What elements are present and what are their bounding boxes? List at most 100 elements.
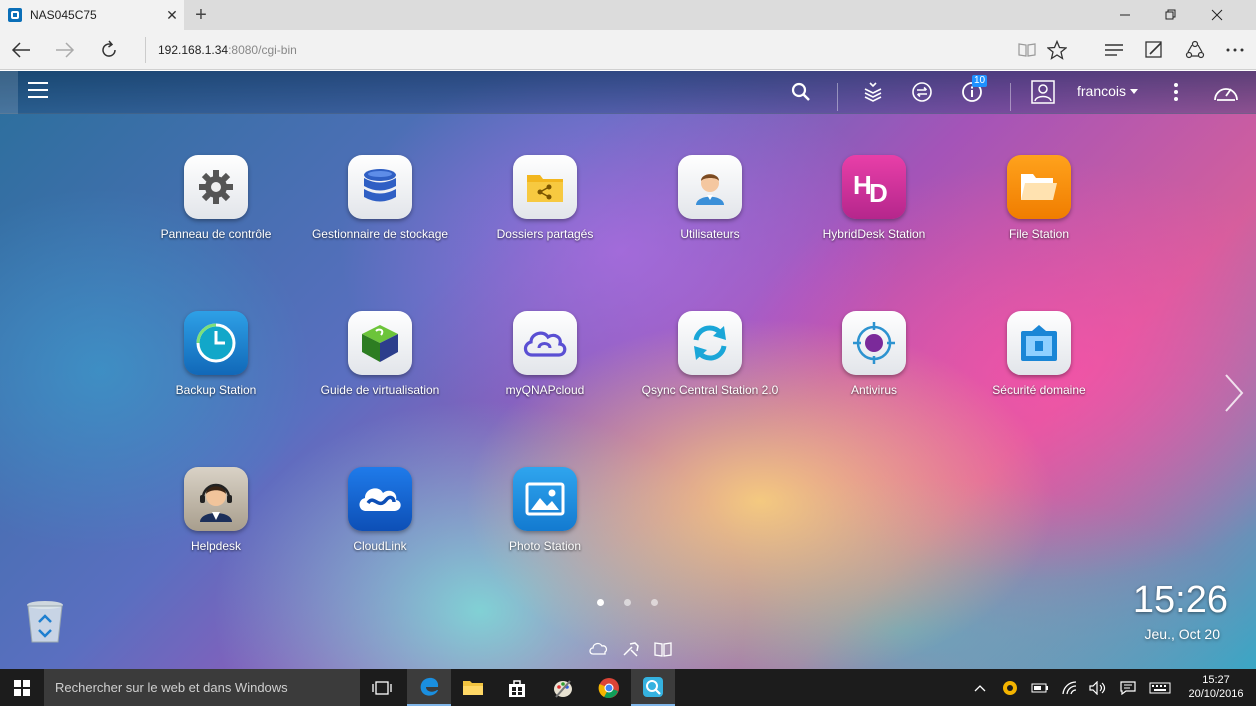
app-label: HybridDesk Station (822, 227, 926, 241)
page-dot-1[interactable] (597, 599, 604, 606)
page-dot-3[interactable] (651, 599, 658, 606)
app-label: Gestionnaire de stockage (311, 227, 449, 241)
desktop-clock-time: 15:26 (1132, 579, 1228, 621)
star-icon (1047, 40, 1067, 60)
cloud-outline-icon[interactable] (588, 641, 608, 655)
gear-icon[interactable] (184, 155, 248, 219)
qts-desktop: 10 francois Panneau de contrôle Gestionn… (0, 71, 1256, 669)
chevron-down-icon[interactable] (1130, 89, 1138, 94)
app-cloudlink[interactable]: CloudLink (300, 467, 460, 553)
app-qsync-central-station[interactable]: Qsync Central Station 2.0 (630, 311, 790, 397)
taskbar-paint[interactable] (541, 669, 585, 706)
volume-icon[interactable] (1086, 669, 1110, 706)
background-tasks-button[interactable] (859, 79, 887, 105)
search-button[interactable] (787, 79, 815, 105)
back-button[interactable] (6, 35, 36, 65)
more-button[interactable] (1220, 35, 1250, 65)
sync-icon[interactable] (678, 311, 742, 375)
web-note-button[interactable] (1139, 35, 1169, 65)
database-icon[interactable] (348, 155, 412, 219)
refresh-button[interactable] (94, 35, 124, 65)
hd-icon[interactable]: HD (842, 155, 906, 219)
browser-tab[interactable]: NAS045C75 ✕ (0, 0, 184, 30)
qfinder-icon (643, 676, 663, 697)
ellipsis-icon (1226, 48, 1244, 52)
app-control-panel[interactable]: Panneau de contrôle (136, 155, 296, 241)
qts-top-bar: 10 francois (0, 71, 1256, 114)
book-icon (1018, 43, 1036, 57)
shared-folder-icon[interactable] (513, 155, 577, 219)
forward-button[interactable] (50, 35, 80, 65)
recycle-bin-icon[interactable] (25, 600, 65, 644)
taskbar-qfinder[interactable] (631, 669, 675, 706)
app-domain-security[interactable]: Sécurité domaine (959, 311, 1119, 397)
windows-logo-icon (14, 679, 30, 696)
side-panel-tab[interactable] (0, 71, 18, 114)
favorite-button[interactable] (1042, 35, 1072, 65)
user-avatar[interactable] (1029, 79, 1057, 105)
user-icon[interactable] (678, 155, 742, 219)
virus-target-icon[interactable] (842, 311, 906, 375)
taskbar-file-explorer[interactable] (451, 669, 495, 706)
page-dot-2[interactable] (624, 599, 631, 606)
next-page-chevron-icon[interactable] (1222, 373, 1246, 413)
battery-icon[interactable] (1028, 669, 1052, 706)
username-menu[interactable]: francois (1077, 83, 1126, 99)
taskbar-store[interactable] (495, 669, 539, 706)
tab-close-button[interactable]: ✕ (160, 7, 184, 24)
app-myqnapcloud[interactable]: myQNAPcloud (465, 311, 625, 397)
share-button[interactable] (1180, 35, 1210, 65)
cloudlink-icon[interactable] (348, 467, 412, 531)
domain-security-icon[interactable] (1007, 311, 1071, 375)
app-label: Guide de virtualisation (320, 383, 440, 397)
dock-shortcuts (588, 641, 672, 657)
task-view-button[interactable] (360, 669, 404, 706)
url-field[interactable]: 192.168.1.34:8080/cgi-bin (145, 37, 1005, 63)
wifi-icon[interactable] (1058, 669, 1082, 706)
app-label: Photo Station (508, 539, 582, 553)
options-button[interactable] (1162, 79, 1190, 105)
app-photo-station[interactable]: Photo Station (465, 467, 625, 553)
tray-app-icon[interactable] (998, 669, 1022, 706)
new-tab-button[interactable]: + (190, 3, 212, 27)
app-file-station[interactable]: File Station (959, 155, 1119, 241)
action-center-icon[interactable] (1116, 669, 1140, 706)
app-storage-manager[interactable]: Gestionnaire de stockage (300, 155, 460, 241)
app-shared-folders[interactable]: Dossiers partagés (465, 155, 625, 241)
url-path: :8080/cgi-bin (228, 43, 297, 57)
taskbar-edge[interactable] (407, 669, 451, 706)
keyboard-icon[interactable] (1146, 669, 1174, 706)
cloud-icon[interactable] (513, 311, 577, 375)
app-users[interactable]: Utilisateurs (630, 155, 790, 241)
folder-icon[interactable] (1007, 155, 1071, 219)
dashboard-button[interactable] (1212, 79, 1240, 105)
app-virtualization-guide[interactable]: Guide de virtualisation (300, 311, 460, 397)
app-backup-station[interactable]: Backup Station (136, 311, 296, 397)
app-label: Qsync Central Station 2.0 (641, 383, 779, 397)
app-antivirus[interactable]: Antivirus (794, 311, 954, 397)
hub-button[interactable] (1099, 35, 1129, 65)
close-window-button[interactable] (1194, 0, 1240, 30)
photo-icon[interactable] (513, 467, 577, 531)
start-button[interactable] (0, 669, 44, 706)
tools-icon[interactable] (622, 641, 640, 657)
app-helpdesk[interactable]: Helpdesk (136, 467, 296, 553)
restore-button[interactable] (1148, 0, 1194, 30)
external-devices-button[interactable] (908, 79, 936, 105)
share-icon (1185, 40, 1205, 59)
headset-agent-icon[interactable] (184, 467, 248, 531)
app-hybriddesk-station[interactable]: HD HybridDesk Station (794, 155, 954, 241)
windows-search-input[interactable]: Rechercher sur le web et dans Windows (44, 669, 360, 706)
clock-icon[interactable] (184, 311, 248, 375)
main-menu-button[interactable] (28, 82, 48, 100)
show-hidden-icons-button[interactable] (970, 669, 990, 706)
refresh-icon (102, 40, 116, 57)
minimize-button[interactable] (1102, 0, 1148, 30)
taskbar-clock[interactable]: 15:27 20/10/2016 (1182, 673, 1250, 701)
notifications-button[interactable]: 10 (958, 75, 988, 105)
cube-icon[interactable] (348, 311, 412, 375)
paint-palette-icon (554, 679, 572, 698)
taskbar-chrome[interactable] (587, 669, 631, 706)
reading-view-button[interactable] (1012, 35, 1042, 65)
book-icon[interactable] (654, 641, 672, 657)
